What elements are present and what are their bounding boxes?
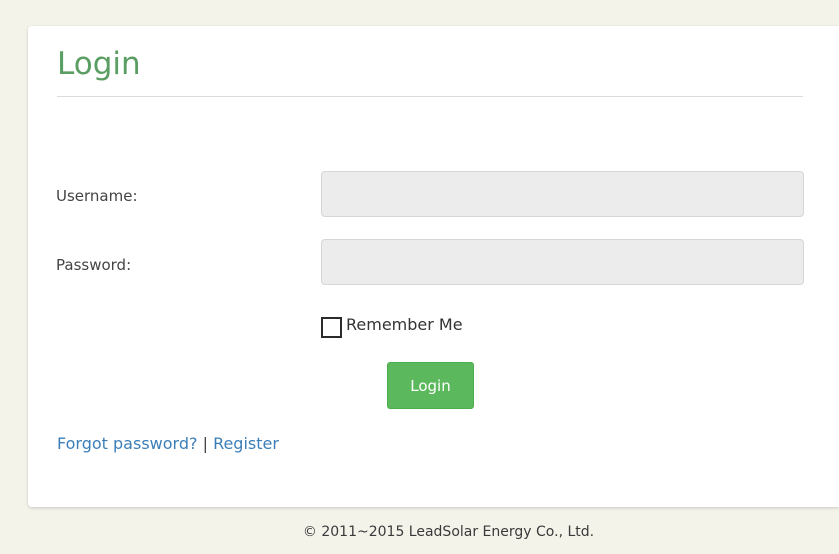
remember-me-checkbox[interactable] <box>321 317 342 338</box>
copyright-text: © 2011~2015 LeadSolar Energy Co., Ltd. <box>302 524 595 540</box>
footer: © 2011~2015 LeadSolar Energy Co., Ltd. <box>0 525 839 539</box>
username-label: Username: <box>56 187 138 205</box>
register-link[interactable]: Register <box>213 434 279 453</box>
page-title: Login <box>57 46 141 82</box>
username-input[interactable] <box>321 171 804 217</box>
login-button[interactable]: Login <box>387 362 474 409</box>
link-separator: | <box>202 434 208 453</box>
password-input[interactable] <box>321 239 804 285</box>
login-panel: Login Username: Password: Remember Me Lo… <box>28 26 839 507</box>
password-label: Password: <box>56 256 132 274</box>
title-divider <box>57 96 803 97</box>
forgot-password-link[interactable]: Forgot password? <box>57 434 197 453</box>
remember-me-label[interactable]: Remember Me <box>346 317 463 333</box>
account-links: Forgot password? | Register <box>57 436 279 452</box>
